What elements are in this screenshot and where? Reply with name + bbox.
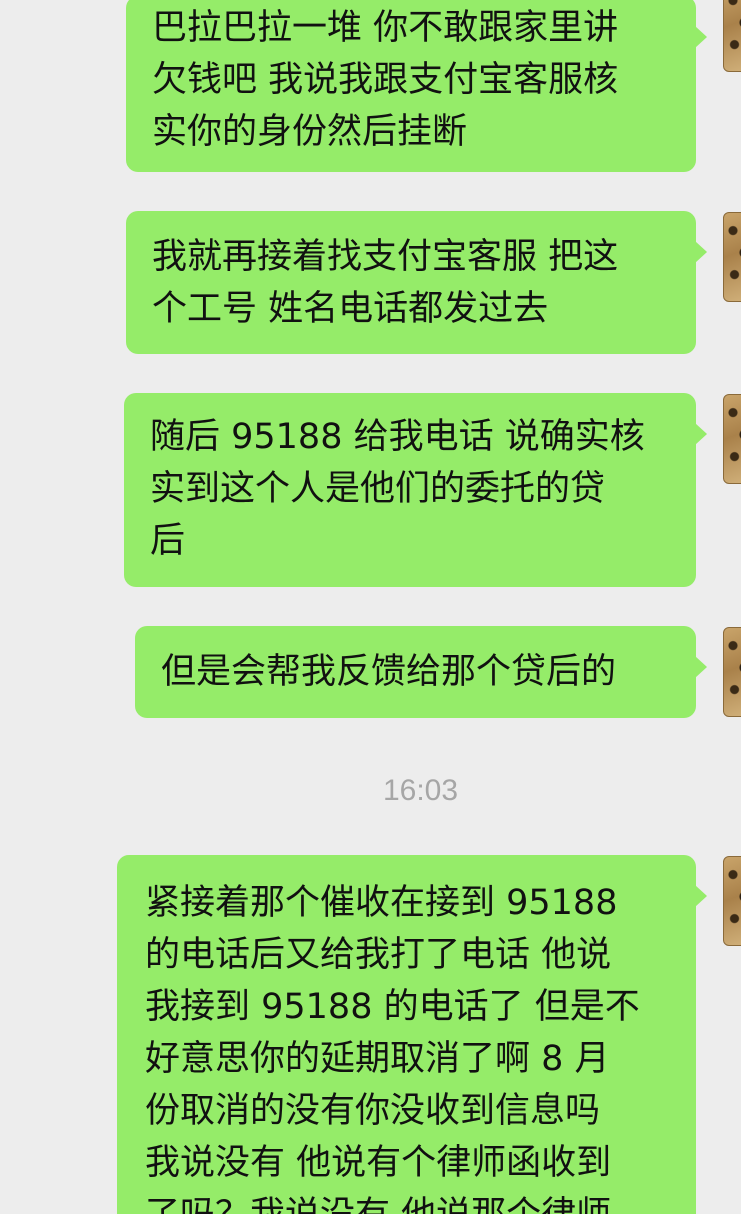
message-text-line: 随后 95188 给我电话 说确实核 [150, 417, 645, 457]
message-timestamp: 16:03 [382, 774, 459, 807]
message-text-line: 个工号 姓名电话都发过去 [152, 289, 549, 329]
message-text-line: 的电话后又给我打了电话 他说 [145, 935, 612, 975]
avatar[interactable] [723, 212, 741, 302]
message-bubble[interactable]: 但是会帮我反馈给那个贷后的 [135, 626, 707, 718]
message-text-line: 我说没有 他说有个律师函收到 [145, 1143, 612, 1183]
avatar[interactable] [723, 856, 741, 946]
message-text-line: 巴拉巴拉一堆 你不敢跟家里讲 [152, 8, 619, 48]
message-text-line: 欠钱吧 我说我跟支付宝客服核 [152, 60, 619, 100]
avatar[interactable] [723, 394, 741, 484]
message-bubble[interactable]: 随后 95188 给我电话 说确实核 实到这个人是他们的委托的贷 后 [124, 393, 707, 587]
message-text-line: 但是会帮我反馈给那个贷后的 [161, 652, 617, 692]
message-text-line: 份取消的没有你没收到信息吗 [145, 1091, 601, 1131]
message-text-line: 我就再接着找支付宝客服 把这 [152, 237, 619, 277]
message-text-line: 后 [150, 521, 186, 561]
message-text-line: 紧接着那个催收在接到 95188 [145, 883, 618, 923]
avatar[interactable] [723, 627, 741, 717]
avatar[interactable] [723, 0, 741, 72]
message-bubble[interactable]: 紧接着那个催收在接到 95188 的电话后又给我打了电话 他说 我接到 9518… [117, 855, 707, 1214]
message-text-line: 了吗？我说没有 他说那个律师 [145, 1189, 670, 1214]
message-text-line: 我接到 95188 的电话了 但是不 [145, 987, 640, 1027]
chat-area[interactable]: 巴拉巴拉一堆 你不敢跟家里讲 欠钱吧 我说我跟支付宝客服核 实你的身份然后挂断 … [0, 0, 741, 1214]
message-bubble[interactable]: 巴拉巴拉一堆 你不敢跟家里讲 欠钱吧 我说我跟支付宝客服核 实你的身份然后挂断 [126, 0, 707, 172]
message-text-line: 好意思你的延期取消了啊 8 月 [145, 1039, 610, 1079]
message-bubble[interactable]: 我就再接着找支付宝客服 把这 个工号 姓名电话都发过去 [126, 211, 707, 354]
message-text-line: 实到这个人是他们的委托的贷 [150, 469, 606, 509]
message-text-line: 实你的身份然后挂断 [152, 112, 468, 152]
